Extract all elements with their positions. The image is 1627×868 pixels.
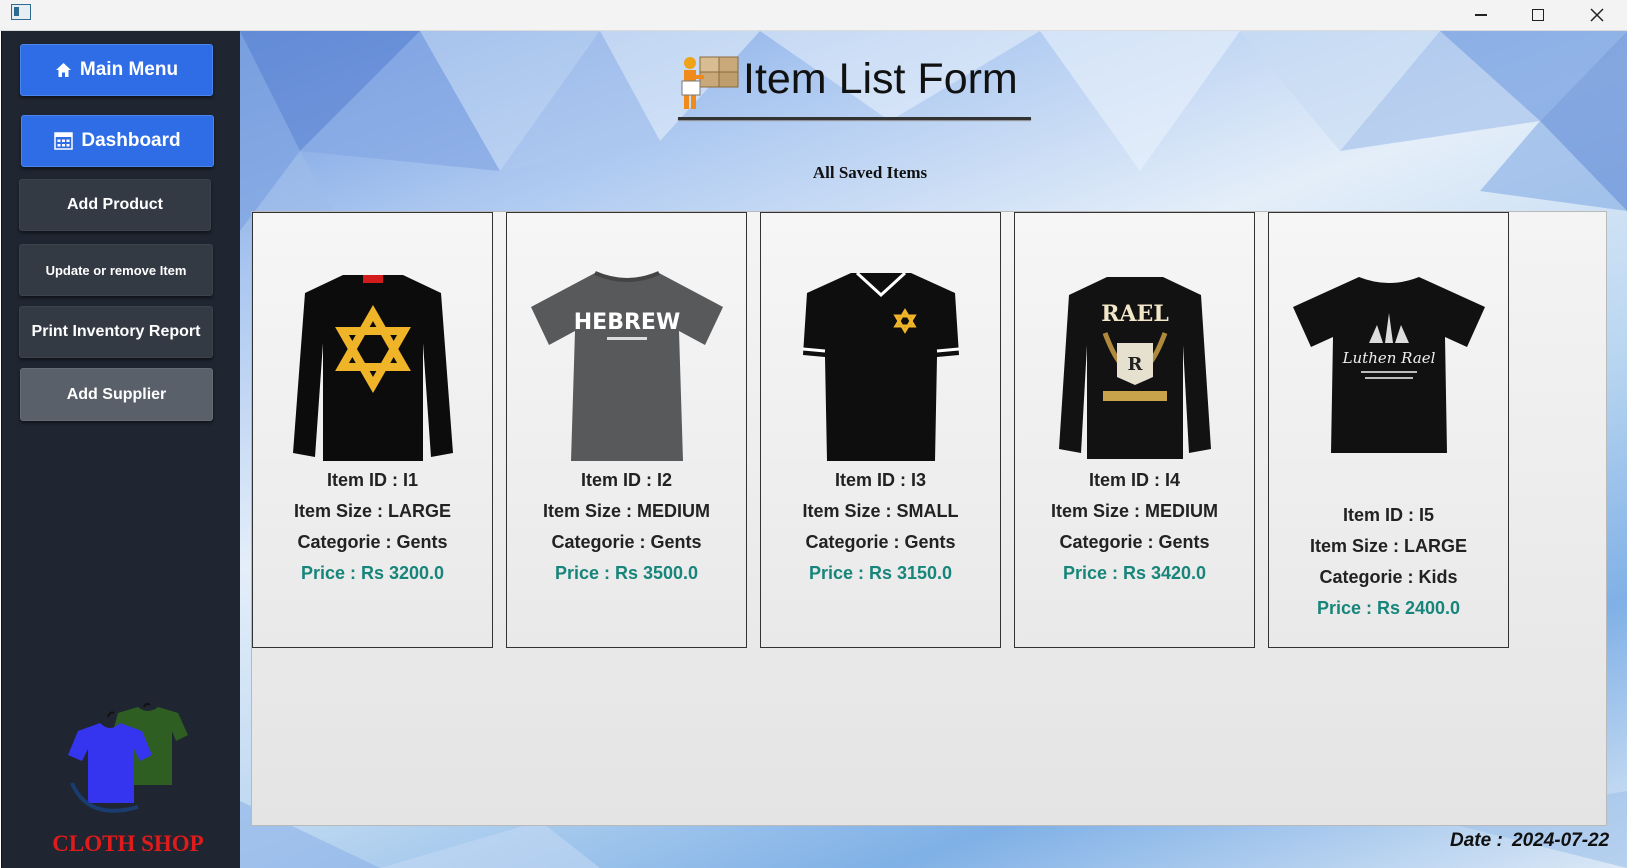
home-icon: [55, 62, 72, 78]
cloth-shop-logo: CLOTH SHOP: [48, 702, 208, 856]
item-size: Item Size : LARGE: [293, 501, 452, 521]
calendar-icon: [54, 132, 74, 150]
item-card-i4[interactable]: RAEL R Item ID : I4 Item Size : MEDIUM C…: [1014, 212, 1255, 648]
close-icon: [1590, 8, 1604, 22]
item-category: Categorie : Gents: [805, 532, 956, 552]
title-underline: [678, 117, 1031, 120]
item-size: Item Size : LARGE: [1309, 536, 1468, 556]
item-card-i5[interactable]: Luthen Rael Item ID : I5 Item Size : LAR…: [1268, 212, 1509, 648]
main-menu-button[interactable]: Main Menu: [20, 44, 213, 96]
item-id: Item ID : I4: [1088, 470, 1181, 490]
black-tshirt-castle-icon: Luthen Rael: [1293, 277, 1485, 453]
window-titlebar: [0, 0, 1627, 31]
shirt-print-text: RAEL: [1101, 301, 1169, 327]
item-price: Price : Rs 3200.0: [300, 563, 445, 583]
dashboard-label: Dashboard: [81, 130, 181, 151]
print-report-label: Print Inventory Report: [31, 323, 201, 340]
add-product-button[interactable]: Add Product: [19, 179, 211, 231]
item-size: Item Size : SMALL: [802, 501, 959, 521]
black-longsleeve-rael-icon: RAEL R: [1059, 277, 1211, 459]
main-menu-label: Main Menu: [79, 59, 179, 80]
item-id: Item ID : I1: [326, 470, 419, 490]
black-polo-star-icon: [802, 271, 960, 461]
warehouse-worker-icon: [681, 56, 739, 109]
date-value: 2024-07-22: [1512, 830, 1610, 851]
item-id: Item ID : I3: [834, 470, 927, 490]
maximize-button[interactable]: [1509, 0, 1567, 30]
grey-tshirt-hebrew-icon: HEBREW: [531, 271, 723, 461]
item-category: Categorie : Kids: [1319, 567, 1458, 587]
logo-text: CLOTH SHOP: [52, 831, 204, 856]
svg-text:R: R: [1128, 354, 1144, 375]
item-id: Item ID : I2: [580, 470, 673, 490]
item-card-i3[interactable]: Item ID : I3 Item Size : SMALL Categorie…: [760, 212, 1001, 648]
sidebar: Main Menu Dashboard Add Product Update o…: [1, 31, 240, 868]
tshirts-logo-icon: [68, 702, 188, 813]
item-card-i2[interactable]: HEBREW Item ID : I2 Item Size : MEDIUM C…: [506, 212, 747, 648]
print-inventory-report-button[interactable]: Print Inventory Report: [19, 306, 213, 358]
item-size: Item Size : MEDIUM: [1050, 501, 1219, 521]
item-category: Categorie : Gents: [1059, 532, 1210, 552]
black-longsleeve-star-icon: [293, 275, 453, 461]
item-price: Price : Rs 2400.0: [1316, 598, 1461, 618]
item-category: Categorie : Gents: [297, 532, 448, 552]
close-button[interactable]: [1568, 0, 1626, 30]
item-card-i1[interactable]: Item ID : I1 Item Size : LARGE Categorie…: [252, 212, 493, 648]
date-label: Date :: [1450, 830, 1503, 851]
section-subtitle: All Saved Items: [812, 163, 928, 182]
shirt-print-text: Luthen Rael: [1342, 349, 1436, 367]
item-price: Price : Rs 3420.0: [1062, 563, 1207, 583]
add-product-label: Add Product: [67, 196, 163, 213]
update-remove-item-button[interactable]: Update or remove Item: [19, 244, 213, 296]
add-supplier-label: Add Supplier: [66, 385, 167, 403]
item-category: Categorie : Gents: [551, 532, 702, 552]
item-id: Item ID : I5: [1342, 505, 1435, 525]
page-title: Item List Form: [743, 55, 1018, 103]
add-supplier-button[interactable]: Add Supplier: [20, 368, 213, 421]
item-size: Item Size : MEDIUM: [542, 501, 711, 521]
dashboard-button[interactable]: Dashboard: [21, 115, 214, 167]
item-price: Price : Rs 3150.0: [808, 563, 953, 583]
item-price: Price : Rs 3500.0: [554, 563, 699, 583]
update-remove-label: Update or remove Item: [45, 262, 187, 278]
minimize-icon: [1475, 14, 1487, 16]
maximize-icon: [1532, 9, 1544, 21]
shirt-print-text: HEBREW: [574, 310, 680, 335]
app-icon: [11, 4, 31, 20]
minimize-button[interactable]: [1452, 0, 1510, 30]
